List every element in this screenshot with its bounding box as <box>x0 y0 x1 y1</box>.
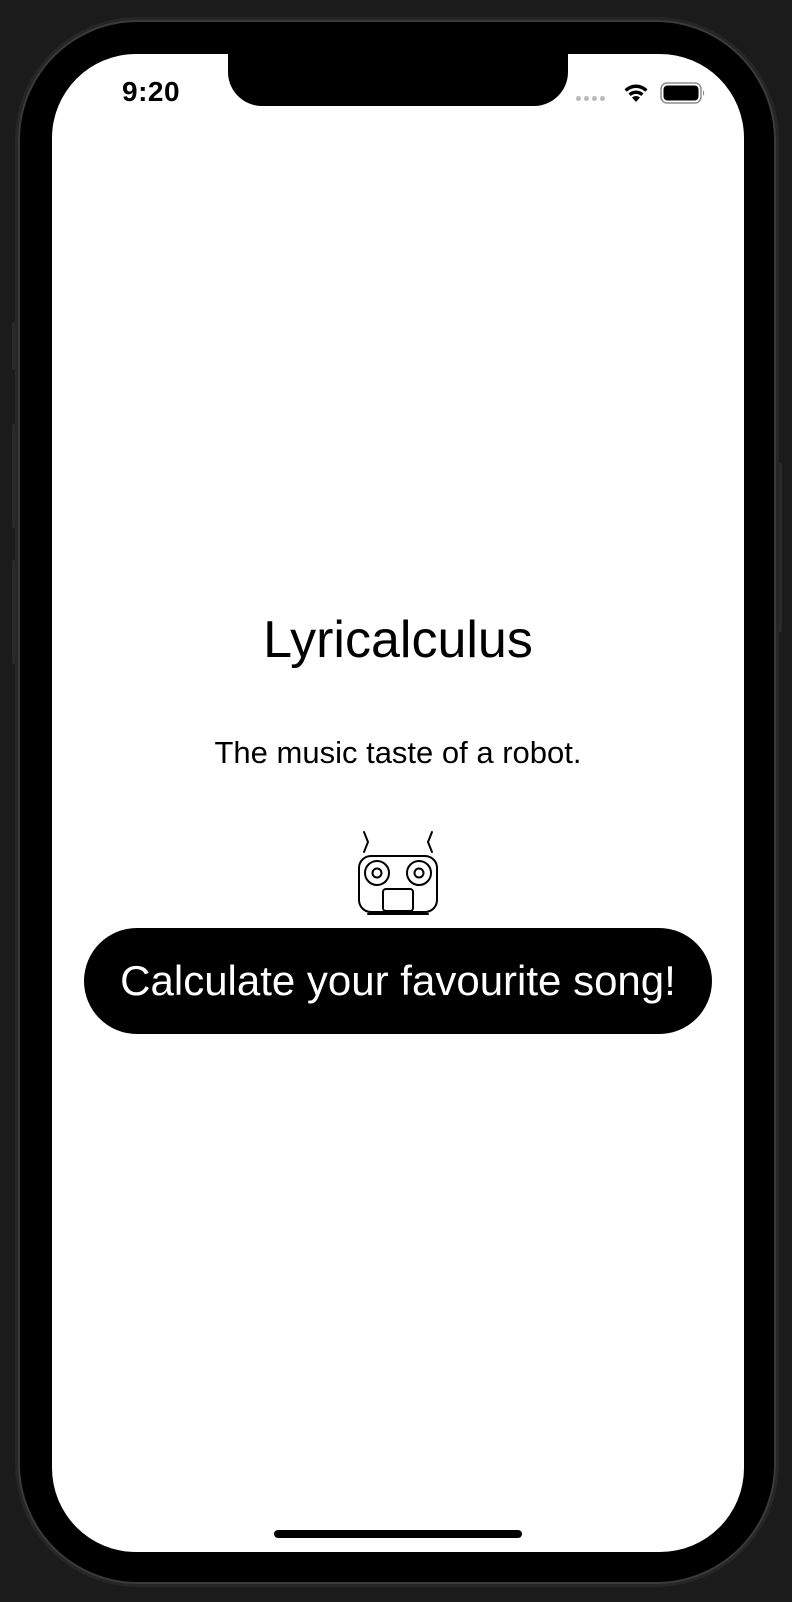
app-screen: 9:20 Lyricalculus The music taste of a r… <box>52 54 744 1552</box>
notch <box>228 54 568 106</box>
robot-icon <box>358 831 438 915</box>
battery-icon <box>660 82 705 104</box>
volume-down-button <box>12 560 20 664</box>
app-subtitle: The music taste of a robot. <box>214 735 582 770</box>
status-icons <box>576 80 706 106</box>
home-indicator[interactable] <box>274 1530 522 1538</box>
silent-switch <box>12 322 20 370</box>
power-button <box>774 462 782 632</box>
wifi-icon <box>624 84 648 102</box>
status-time: 9:20 <box>122 76 181 107</box>
app-title: Lyricalculus <box>263 611 533 669</box>
volume-up-button <box>12 424 20 528</box>
cellular-signal-icon <box>576 96 608 102</box>
calculate-song-button[interactable]: Calculate your favourite song! <box>84 928 712 1034</box>
